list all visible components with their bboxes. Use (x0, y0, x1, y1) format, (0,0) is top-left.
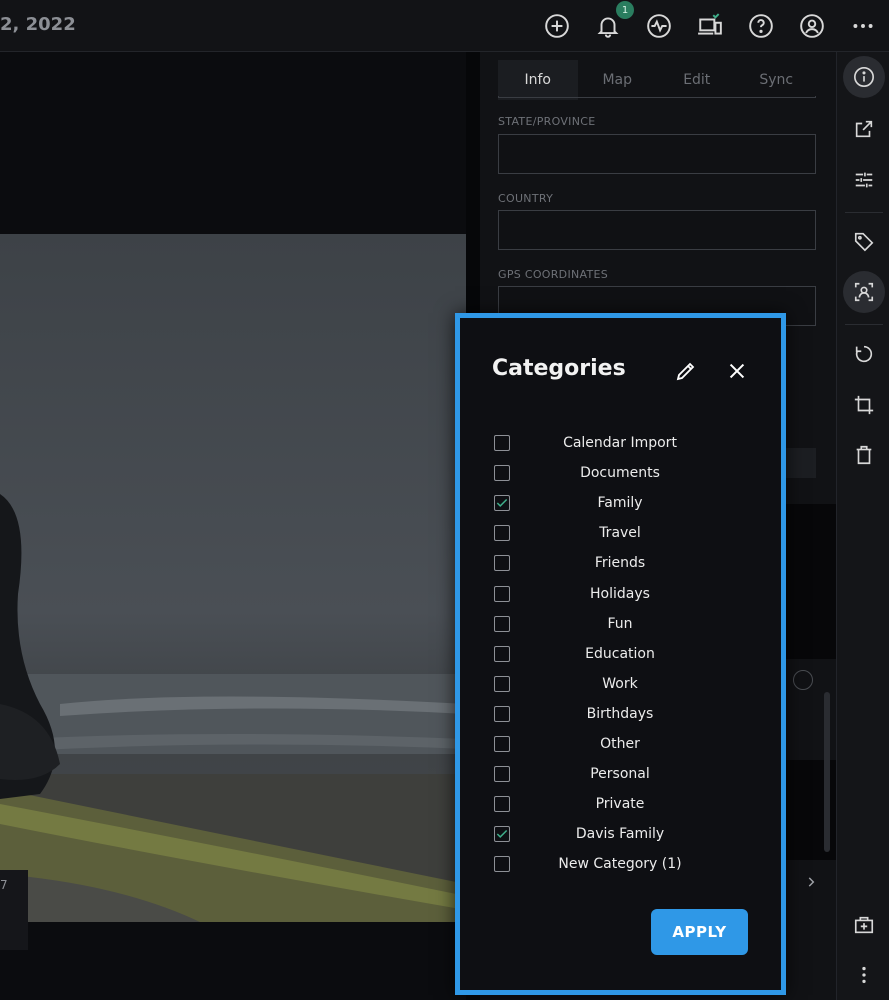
checkbox[interactable] (494, 856, 510, 873)
category-item[interactable]: Friends (460, 548, 781, 578)
category-item[interactable]: New Category (1) (460, 849, 781, 879)
apply-button[interactable]: APPLY (651, 909, 748, 955)
checkbox-checked[interactable] (494, 495, 510, 512)
pencil-icon[interactable] (673, 358, 699, 384)
tab-sync[interactable]: Sync (737, 60, 817, 100)
notification-badge: 1 (616, 1, 634, 19)
tab-map[interactable]: Map (578, 60, 658, 100)
category-label: Private (595, 796, 645, 813)
photo-image (0, 234, 466, 922)
country-label: COUNTRY (498, 192, 554, 205)
checkbox[interactable] (494, 465, 510, 482)
category-label: Documents (580, 465, 660, 482)
country-input[interactable] (498, 210, 816, 250)
help-icon[interactable] (747, 12, 775, 40)
category-item[interactable]: Davis Family (460, 819, 781, 849)
checkbox-checked[interactable] (494, 826, 510, 843)
category-label: Work (602, 675, 638, 692)
toolbar-separator-2 (845, 324, 883, 325)
add-to-album-icon[interactable] (843, 904, 885, 946)
category-item[interactable]: Family (460, 488, 781, 518)
category-label: Friends (594, 555, 646, 572)
category-item[interactable]: Documents (460, 458, 781, 488)
filmstrip-edge: 7 (0, 870, 28, 950)
category-item[interactable]: Birthdays (460, 699, 781, 729)
checkbox[interactable] (494, 555, 510, 572)
tab-edit[interactable]: Edit (657, 60, 737, 100)
checkbox[interactable] (494, 796, 510, 813)
category-item[interactable]: Personal (460, 759, 781, 789)
filmstrip-text: 7 (0, 878, 8, 892)
add-circle-small-icon[interactable] (793, 670, 813, 690)
more-vertical-icon[interactable] (843, 954, 885, 996)
tab-info[interactable]: Info (498, 60, 578, 100)
rotate-icon[interactable] (843, 333, 885, 375)
state-input[interactable] (498, 134, 816, 174)
category-item[interactable]: Private (460, 789, 781, 819)
devices-icon[interactable] (696, 12, 724, 40)
category-item[interactable]: Fun (460, 609, 781, 639)
checkbox[interactable] (494, 585, 510, 602)
photo-viewer: 7 (0, 52, 466, 1000)
checkbox[interactable] (494, 736, 510, 752)
category-label: Other (600, 736, 640, 752)
gps-label: GPS COORDINATES (498, 268, 609, 281)
checkbox[interactable] (494, 435, 510, 451)
previous-field-edge (498, 96, 816, 98)
checkbox[interactable] (494, 675, 510, 692)
category-label: Calendar Import (563, 435, 677, 451)
panel-scrollbar[interactable] (824, 692, 830, 852)
crop-icon[interactable] (843, 384, 885, 426)
category-item[interactable]: Other (460, 729, 781, 759)
adjust-icon[interactable] (843, 159, 885, 201)
photo-date: 2, 2022 (0, 14, 76, 35)
category-item[interactable]: Work (460, 669, 781, 699)
face-recognition-icon[interactable] (843, 271, 885, 313)
category-item[interactable]: Education (460, 639, 781, 669)
checkbox[interactable] (494, 615, 510, 632)
toolbar-separator (845, 212, 883, 213)
category-label: Birthdays (586, 705, 654, 722)
category-label: Holidays (590, 585, 650, 602)
category-label: Family (597, 495, 643, 512)
category-label: Education (585, 645, 655, 662)
category-label: Fun (607, 615, 633, 632)
close-icon[interactable] (724, 358, 750, 384)
category-item[interactable]: Holidays (460, 579, 781, 609)
categories-dialog: Categories Calendar Import Documents Famil… (455, 313, 786, 995)
trash-icon[interactable] (843, 434, 885, 476)
category-label: Personal (590, 766, 650, 783)
category-label: Davis Family (575, 826, 665, 843)
add-circle-icon[interactable] (543, 12, 571, 40)
open-external-icon[interactable] (843, 108, 885, 150)
tag-icon[interactable] (843, 220, 885, 262)
state-label: STATE/PROVINCE (498, 115, 596, 128)
top-bar: 2, 2022 1 (0, 0, 889, 52)
dialog-title: Categories (492, 356, 626, 381)
checkbox[interactable] (494, 645, 510, 662)
info-tabs: Info Map Edit Sync (498, 60, 816, 100)
chevron-right-icon[interactable] (804, 874, 818, 888)
more-horizontal-icon[interactable] (849, 12, 877, 40)
category-item[interactable]: Travel (460, 518, 781, 548)
category-label: Travel (599, 525, 641, 542)
panel-dark-block (780, 504, 836, 659)
category-item[interactable]: Calendar Import (460, 428, 781, 458)
info-icon[interactable] (843, 56, 885, 98)
panel-control (786, 448, 816, 478)
checkbox[interactable] (494, 705, 510, 722)
account-icon[interactable] (798, 12, 826, 40)
category-label: New Category (1) (558, 856, 682, 873)
checkbox[interactable] (494, 766, 510, 783)
activity-icon[interactable] (645, 12, 673, 40)
checkbox[interactable] (494, 525, 510, 542)
right-toolbar (836, 52, 889, 1000)
